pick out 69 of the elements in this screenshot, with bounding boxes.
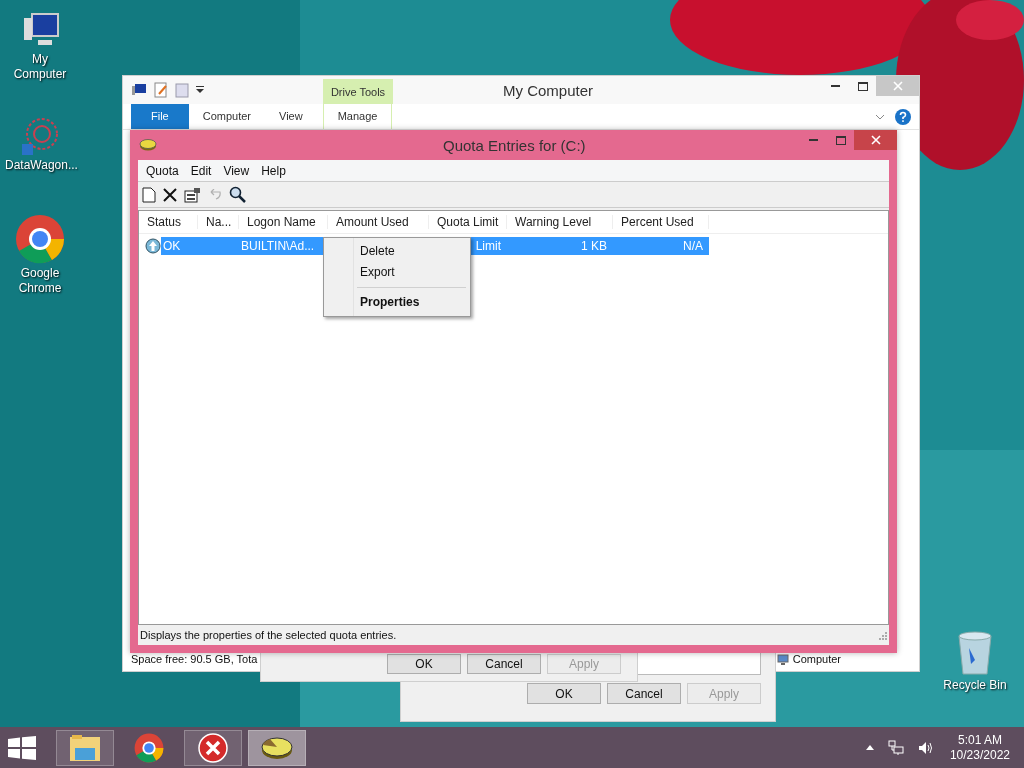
folder-icon	[69, 733, 101, 762]
column-header[interactable]: Warning Level	[507, 215, 613, 229]
contextual-tab-label: Drive Tools	[323, 79, 393, 104]
search-icon[interactable]	[229, 186, 246, 203]
desktop-icon-label[interactable]: My Computer	[5, 52, 75, 82]
table-cell-text: Limit	[474, 238, 502, 253]
resize-grip-icon[interactable]	[878, 630, 887, 640]
minimize-icon	[809, 139, 818, 141]
ribbon-tab[interactable]: Manage	[322, 104, 393, 129]
status-text: Displays the properties of the selected quota entries.	[140, 629, 397, 641]
dropdown-icon[interactable]	[196, 86, 204, 94]
table-cell-text: BUILTIN\Ad...	[240, 238, 316, 253]
computer-icon[interactable]	[131, 83, 147, 97]
dialog-button[interactable]: Cancel	[467, 654, 541, 674]
status-icon	[145, 237, 161, 254]
column-header[interactable]: Status	[139, 215, 198, 229]
volume-icon[interactable]	[917, 740, 934, 755]
table-cell-text: 1 KB	[580, 238, 608, 253]
clock[interactable]: 5:01 AM 10/23/2022	[949, 732, 1010, 763]
disk-icon	[139, 139, 157, 151]
chrome-icon	[134, 732, 164, 763]
error-icon	[198, 732, 228, 763]
status-location: Computer	[792, 653, 841, 665]
table-cell-text: N/A	[682, 238, 704, 253]
ribbon-tab[interactable]: Computer	[188, 104, 266, 129]
menu-item[interactable]: Edit	[184, 163, 218, 178]
window-title: Quota Entries for (C:)	[443, 137, 586, 154]
menu-item[interactable]: Help	[255, 163, 292, 178]
pie-chart-icon	[261, 735, 293, 760]
context-menu-item[interactable]: Delete	[326, 241, 468, 262]
ribbon-tab[interactable]: File	[131, 104, 189, 129]
dialog-button[interactable]: OK	[387, 654, 461, 674]
desktop-icon-label[interactable]: Google Chrome	[5, 266, 75, 296]
table-cell-text: OK	[162, 238, 182, 253]
context-menu-item[interactable]: Properties	[326, 292, 468, 313]
dialog-button[interactable]: Cancel	[607, 683, 681, 704]
column-header[interactable]: Logon Name	[239, 215, 328, 229]
maximize-icon	[857, 81, 868, 91]
dialog-button[interactable]: OK	[527, 683, 601, 704]
menu-item[interactable]: Quota	[140, 163, 185, 178]
windows-start-icon[interactable]	[8, 735, 36, 760]
chrome-icon[interactable]	[15, 214, 65, 264]
column-header[interactable]: Na...	[198, 215, 239, 229]
properties-icon[interactable]	[184, 186, 201, 203]
taskbar-button[interactable]	[184, 729, 242, 766]
column-header[interactable]: Percent Used	[613, 215, 709, 229]
menu-item[interactable]: View	[217, 163, 256, 178]
close-icon	[892, 81, 903, 91]
ribbon-tab[interactable]: View	[265, 104, 317, 129]
chevron-icon[interactable]	[875, 113, 885, 120]
new-document-icon[interactable]	[142, 186, 156, 203]
delete-icon[interactable]	[163, 187, 177, 202]
window-title: My Computer	[503, 82, 594, 99]
show-hidden-icons-icon[interactable]	[865, 745, 874, 750]
status-text: Space free: 90.5 GB, Tota	[131, 653, 258, 665]
taskbar-button[interactable]	[248, 729, 306, 766]
column-header[interactable]: Quota Limit	[429, 215, 507, 229]
network-icon[interactable]	[887, 739, 904, 756]
context-menu-item[interactable]: Export	[326, 262, 468, 283]
help-icon[interactable]	[895, 108, 911, 125]
minimize-icon	[831, 85, 840, 87]
recycle-bin-icon[interactable]	[955, 630, 995, 676]
close-button[interactable]	[854, 130, 897, 150]
desktop-icon-label[interactable]: DataWagon...	[5, 158, 75, 173]
close-icon	[870, 135, 881, 145]
taskbar-button[interactable]	[56, 729, 114, 766]
maximize-icon	[835, 135, 846, 145]
column-header[interactable]: Amount Used	[328, 215, 429, 229]
computer-icon	[776, 653, 789, 665]
